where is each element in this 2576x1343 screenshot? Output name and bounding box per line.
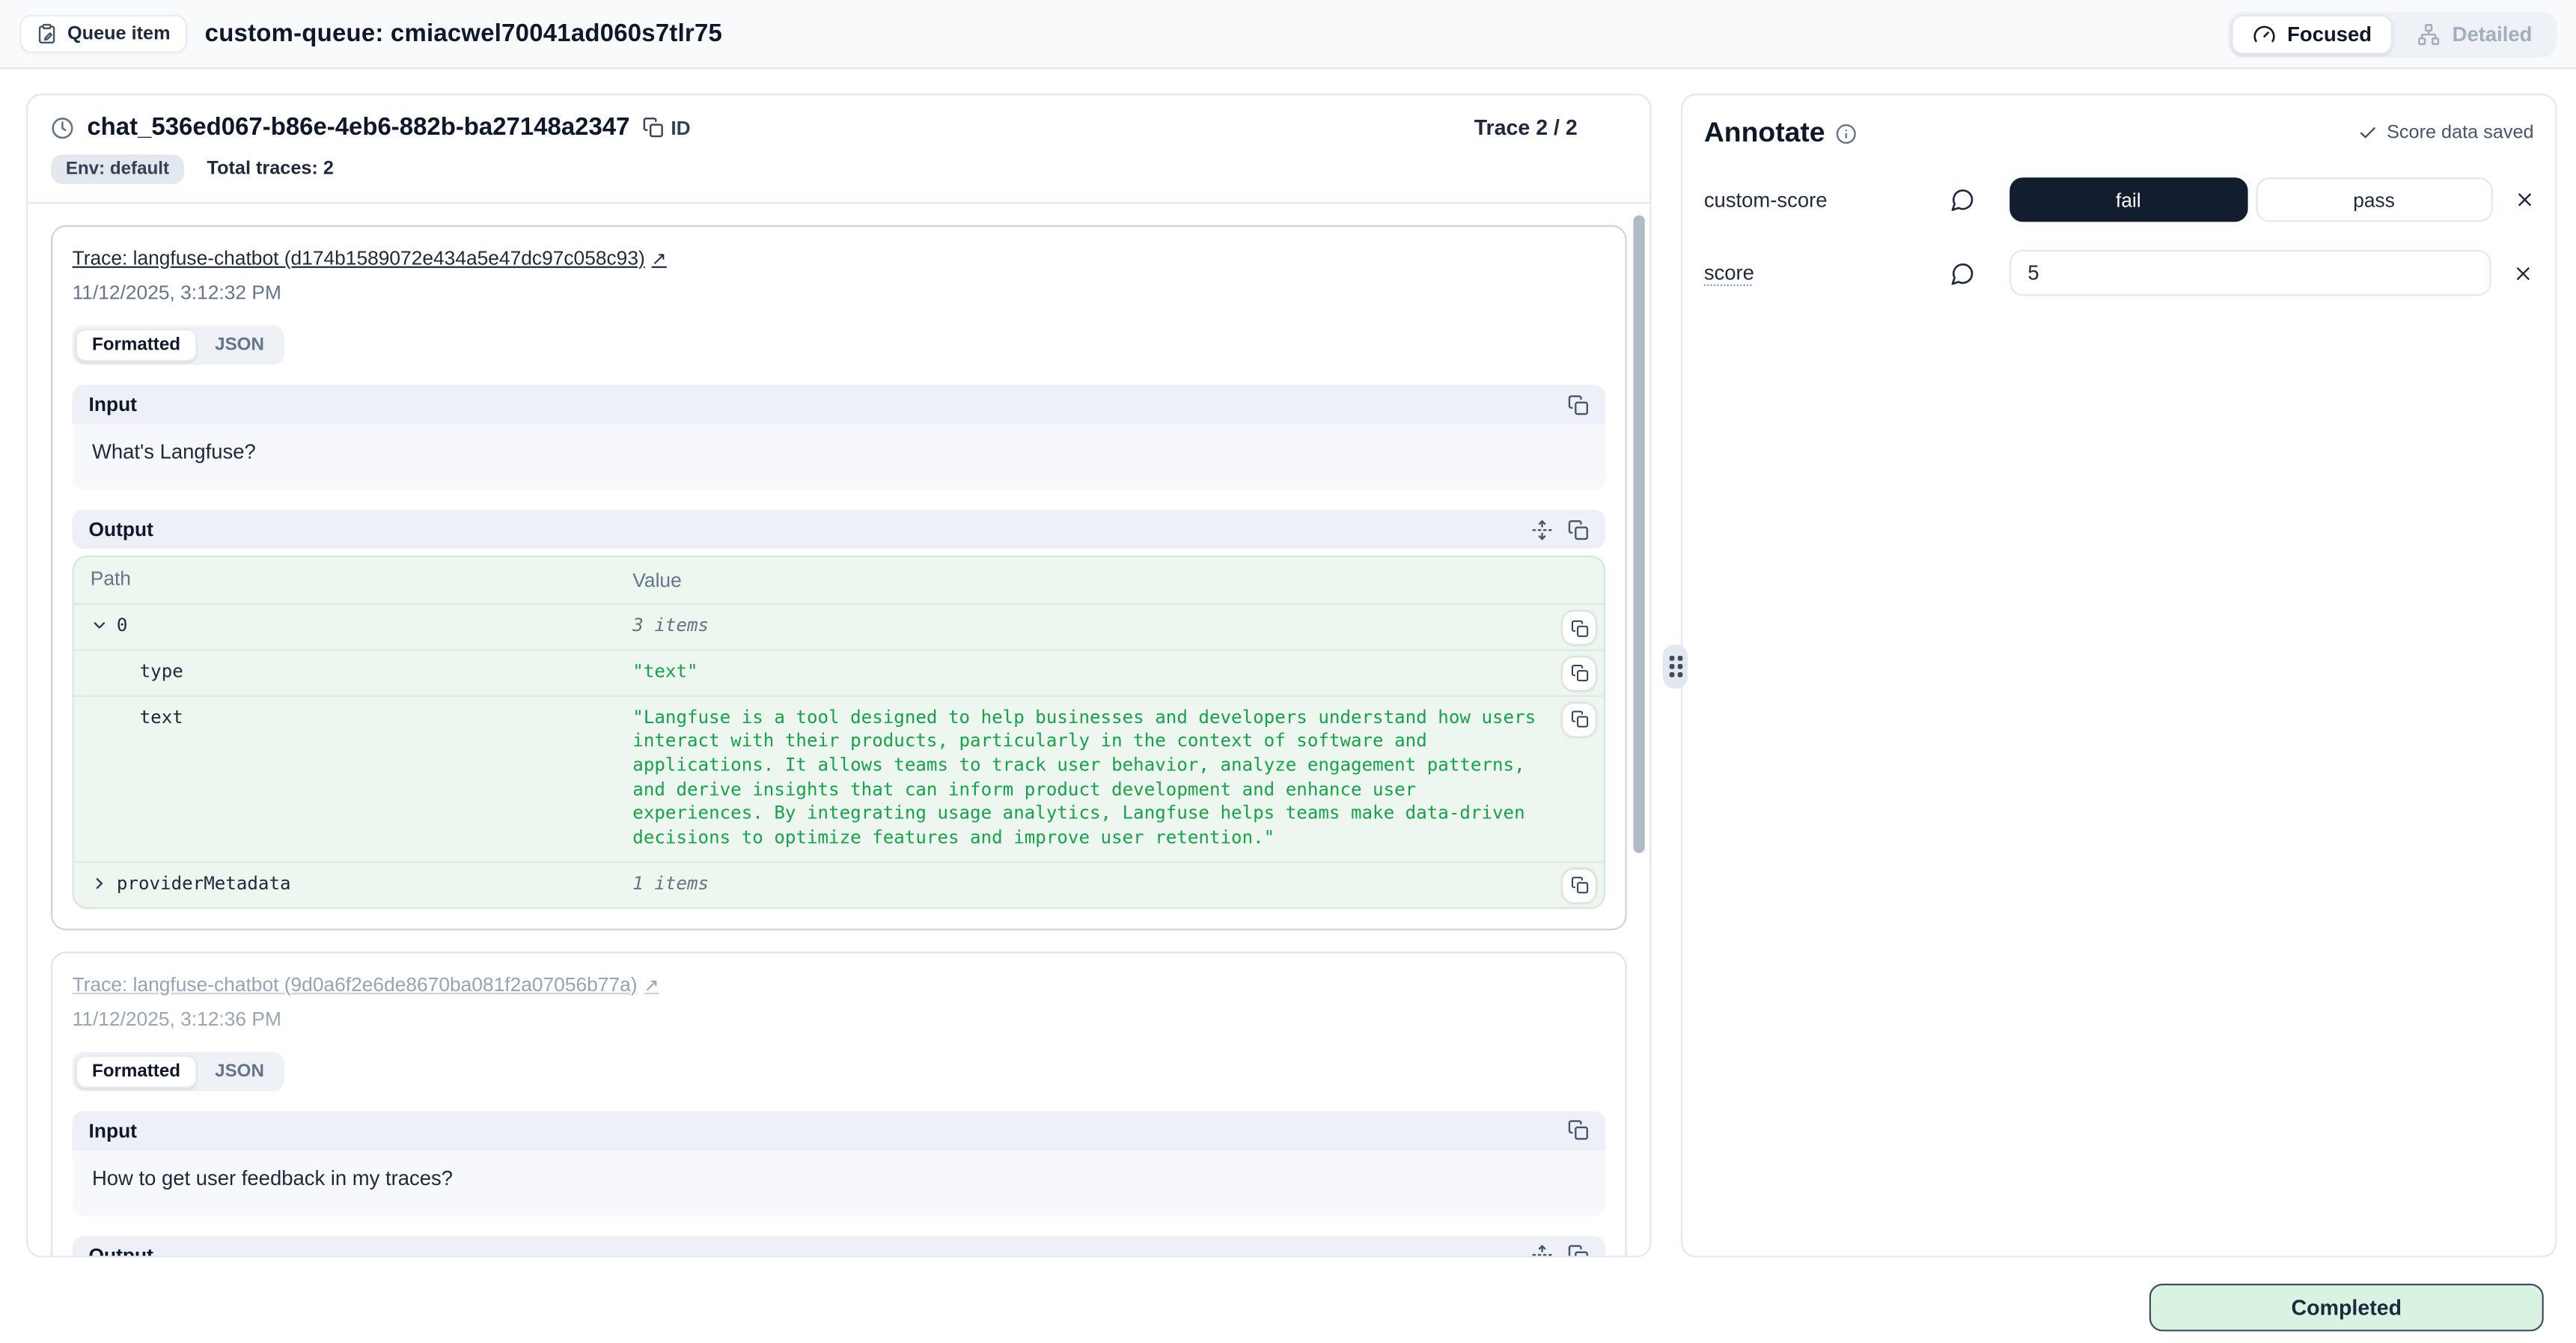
tab-json[interactable]: JSON — [198, 1055, 281, 1088]
input-text-1: What's Langfuse? — [73, 424, 1605, 490]
expand-rows-button[interactable] — [1531, 1244, 1553, 1257]
copy-row-button[interactable] — [1563, 657, 1596, 690]
save-status: Score data saved — [2359, 124, 2534, 143]
output-section-1: Output — [73, 510, 1605, 549]
output-json-table-1: Path Value 0 3 items — [73, 555, 1605, 908]
id-label: ID — [671, 116, 690, 139]
json-row-type[interactable]: type "text" — [74, 651, 1604, 696]
delete-score-icon[interactable] — [2514, 189, 2536, 210]
check-icon — [2359, 124, 2378, 143]
trace-panel-header: chat_536ed067-b86e-4eb6-882b-ba27148a234… — [28, 95, 1649, 202]
trace-card-1: Trace: langfuse-chatbot (d174b1589072e43… — [51, 225, 1627, 930]
trace-cards-scroll-area[interactable]: Trace: langfuse-chatbot (d174b1589072e43… — [28, 204, 1649, 1257]
clipboard-pen-icon — [36, 23, 58, 45]
score-label-score: score — [1704, 261, 1950, 284]
format-tabs-2: Formatted JSON — [73, 1051, 284, 1091]
copy-row-button[interactable] — [1563, 612, 1596, 645]
trace-counter: Trace 2 / 2 — [1474, 115, 1627, 140]
input-text-2: How to get user feedback in my traces? — [73, 1150, 1605, 1216]
trace-card-2: Trace: langfuse-chatbot (9d0a6f2e6de8670… — [51, 951, 1627, 1258]
copy-id-button[interactable]: ID — [643, 116, 691, 139]
score-row-score: score — [1682, 250, 2555, 296]
focused-toggle-button[interactable]: Focused — [2232, 14, 2393, 54]
fail-option-button[interactable]: fail — [2009, 177, 2247, 222]
env-badge: Env: default — [51, 154, 184, 184]
copy-row-button[interactable] — [1563, 869, 1596, 902]
comment-bubble-icon[interactable] — [1950, 187, 1975, 212]
copy-output-button[interactable] — [1568, 519, 1590, 540]
copy-input-button[interactable] — [1568, 394, 1590, 415]
focused-toggle-label: Focused — [2287, 22, 2372, 46]
value-column-header: Value — [616, 557, 1604, 603]
trace-panel: chat_536ed067-b86e-4eb6-882b-ba27148a234… — [26, 94, 1651, 1257]
score-label-custom-score: custom-score — [1704, 188, 1950, 211]
annotate-panel: Annotate Score data saved custom-score — [1681, 94, 2557, 1257]
delete-score-icon[interactable] — [2512, 262, 2534, 284]
top-bar: Queue item custom-queue: cmiacwel70041ad… — [0, 0, 2576, 69]
chevron-down-icon[interactable] — [91, 617, 109, 635]
chevron-right-icon[interactable] — [91, 874, 109, 892]
tree-hierarchy-icon — [2418, 22, 2441, 46]
trace-link-2[interactable]: Trace: langfuse-chatbot (9d0a6f2e6de8670… — [73, 972, 659, 996]
annotate-title: Annotate — [1704, 117, 1825, 150]
json-row-0[interactable]: 0 3 items — [74, 605, 1604, 651]
info-icon[interactable] — [1835, 123, 1857, 144]
grip-dots-icon — [1669, 656, 1682, 677]
json-row-providerMetadata[interactable]: providerMetadata 1 items — [74, 863, 1604, 907]
detailed-toggle-label: Detailed — [2453, 22, 2533, 46]
comment-bubble-icon[interactable] — [1950, 261, 1975, 285]
session-title: chat_536ed067-b86e-4eb6-882b-ba27148a234… — [87, 113, 629, 141]
score-value-input[interactable] — [2009, 250, 2491, 296]
output-label: Output — [89, 518, 153, 541]
output-label: Output — [89, 1243, 153, 1257]
input-label: Input — [89, 1119, 137, 1142]
trace-timestamp-2: 11/12/2025, 3:12:36 PM — [73, 1007, 1605, 1030]
copy-icon — [643, 117, 665, 138]
score-row-custom-score: custom-score fail pass — [1682, 177, 2555, 222]
detailed-toggle-button[interactable]: Detailed — [2396, 14, 2554, 54]
page-title: custom-queue: cmiacwel70041ad060s7tlr75 — [205, 19, 722, 47]
path-column-header: Path — [74, 557, 617, 600]
external-link-icon: ↗ — [644, 974, 659, 996]
total-traces-label: Total traces: 2 — [207, 159, 334, 179]
queue-item-badge-label: Queue item — [67, 24, 171, 43]
output-section-2: Output — [73, 1235, 1605, 1257]
format-tabs-1: Formatted JSON — [73, 326, 284, 365]
queue-item-page: Queue item custom-queue: cmiacwel70041ad… — [0, 0, 2576, 1343]
queue-item-badge: Queue item — [19, 15, 186, 52]
tab-formatted[interactable]: Formatted — [76, 329, 197, 362]
view-toggle: Focused Detailed — [2228, 10, 2557, 56]
trace-link-1[interactable]: Trace: langfuse-chatbot (d174b1589072e43… — [73, 246, 667, 269]
tab-json[interactable]: JSON — [198, 329, 281, 362]
copy-input-button[interactable] — [1568, 1120, 1590, 1142]
input-section-2: Input How to get user feedback in my tra… — [73, 1111, 1605, 1216]
trace-timestamp-1: 11/12/2025, 3:12:32 PM — [73, 281, 1605, 304]
input-section-1: Input What's Langfuse? — [73, 385, 1605, 490]
gauge-icon — [2253, 22, 2276, 46]
vertical-scrollbar[interactable] — [1633, 216, 1644, 853]
panel-resize-handle[interactable] — [1663, 645, 1688, 689]
copy-row-button[interactable] — [1563, 703, 1596, 736]
copy-output-button[interactable] — [1568, 1244, 1590, 1257]
pass-option-button[interactable]: pass — [2255, 177, 2492, 222]
external-link-icon: ↗ — [652, 249, 667, 270]
completed-button[interactable]: Completed — [2149, 1284, 2544, 1332]
json-row-text[interactable]: text "Langfuse is a tool designed to hel… — [74, 696, 1604, 863]
expand-rows-button[interactable] — [1531, 519, 1553, 540]
clock-icon — [51, 116, 74, 139]
tab-formatted[interactable]: Formatted — [76, 1055, 197, 1088]
input-label: Input — [89, 393, 137, 416]
